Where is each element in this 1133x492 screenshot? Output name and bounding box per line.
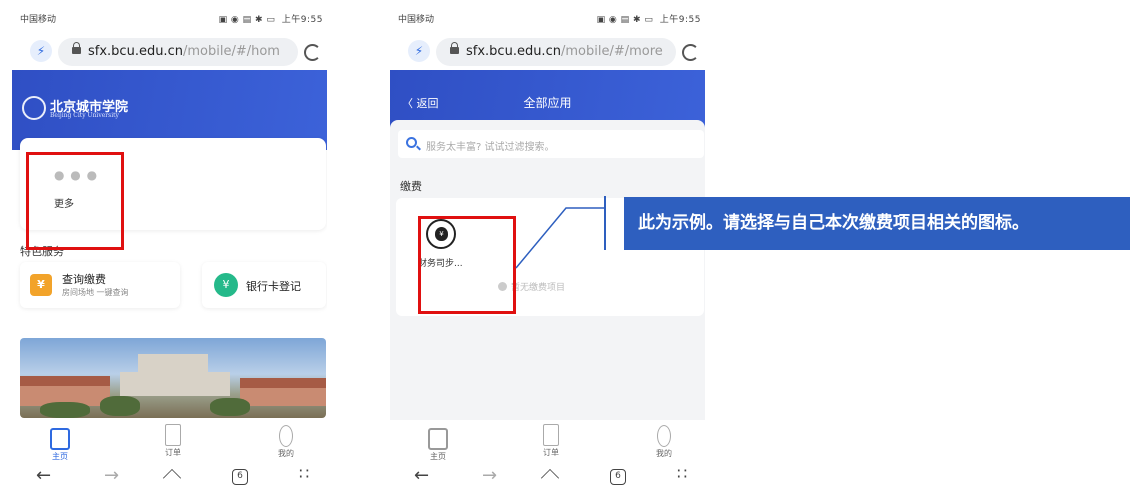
back-arrow-icon[interactable]: ← <box>36 465 51 486</box>
status-icons: ▣ ◉ ▤ ✱ ▭ 上午9:55 <box>596 15 701 25</box>
carrier-label: 中国移动 <box>398 15 435 25</box>
category-label: 缴费 <box>400 180 422 193</box>
callout-box: 此为示例。请选择与自己本次缴费项目相关的图标。 <box>624 197 1130 250</box>
campus-banner-image <box>20 338 326 418</box>
android-nav-bar: ← → 6 ∷ <box>390 462 705 492</box>
empty-hint-text: 暂无缴费项目 <box>511 283 566 293</box>
carrier-label: 中国移动 <box>20 15 57 25</box>
tab-orders[interactable]: 订单 <box>148 424 198 458</box>
tab-orders[interactable]: 订单 <box>526 424 576 458</box>
menu-dots-icon[interactable]: ∷ <box>677 464 688 483</box>
tab-label: 主页 <box>430 452 446 461</box>
service-subtitle: 房间场地 一键查询 <box>62 288 129 297</box>
page-title: 全部应用 <box>523 96 572 110</box>
url-path: /mobile/#/more <box>560 44 663 59</box>
tab-home[interactable]: 主页 <box>413 424 463 462</box>
clipboard-icon <box>543 424 559 446</box>
url-field[interactable]: sfx.bcu.edu.cn/mobile/#/more <box>436 38 676 66</box>
clock: 上午9:55 <box>281 15 323 25</box>
android-nav-bar: ← → 6 ∷ <box>12 462 327 492</box>
search-placeholder: 服务太丰富? 试试过滤搜索。 <box>426 142 555 153</box>
back-arrow-icon[interactable]: ← <box>414 465 429 486</box>
forward-arrow-icon[interactable]: → <box>104 465 119 486</box>
home-nav-icon[interactable] <box>162 468 182 488</box>
bottom-tab-bar: 主页 订单 我的 <box>390 420 705 462</box>
service-query-pay[interactable]: ¥ 查询缴费 房间场地 一键查询 <box>20 262 180 308</box>
status-bar: 中国移动 ▣ ◉ ▤ ✱ ▭ 上午9:55 <box>12 0 327 34</box>
tab-label: 我的 <box>656 449 672 458</box>
tab-me[interactable]: 我的 <box>639 424 689 459</box>
clipboard-icon <box>165 424 181 446</box>
forward-arrow-icon[interactable]: → <box>482 465 497 486</box>
university-seal-icon <box>22 96 46 120</box>
browser-url-bar: ⚡ sfx.bcu.edu.cn/mobile/#/hom <box>12 34 327 70</box>
school-name-en: Beijing City University <box>50 112 119 119</box>
user-icon <box>279 425 293 447</box>
service-bank-card[interactable]: ¥ 银行卡登记 <box>202 262 326 308</box>
lightning-icon[interactable]: ⚡ <box>30 40 52 62</box>
url-path: /mobile/#/hom <box>182 44 280 59</box>
lightning-icon[interactable]: ⚡ <box>408 40 430 62</box>
url-host: sfx.bcu.edu.cn <box>466 44 561 59</box>
service-title: 查询缴费 <box>62 273 106 286</box>
service-title: 银行卡登记 <box>246 280 301 293</box>
highlight-box-more <box>26 152 124 250</box>
reload-icon[interactable] <box>304 44 321 61</box>
tab-label: 主页 <box>52 452 68 461</box>
user-icon <box>657 425 671 447</box>
tab-switcher-icon[interactable]: 6 <box>610 469 626 485</box>
highlight-box-payment-item <box>418 216 516 314</box>
tab-label: 订单 <box>543 448 559 457</box>
search-input[interactable]: 服务太丰富? 试试过滤搜索。 <box>398 130 704 158</box>
url-host: sfx.bcu.edu.cn <box>88 44 183 59</box>
browser-url-bar: ⚡ sfx.bcu.edu.cn/mobile/#/more <box>390 34 705 70</box>
search-icon <box>406 137 417 148</box>
yen-coin-icon: ¥ <box>214 273 238 297</box>
home-nav-icon[interactable] <box>540 468 560 488</box>
lock-icon <box>450 42 459 54</box>
tab-home[interactable]: 主页 <box>35 424 85 462</box>
status-icons: ▣ ◉ ▤ ✱ ▭ 上午9:55 <box>218 15 323 25</box>
reload-icon[interactable] <box>682 44 699 61</box>
tab-label: 订单 <box>165 448 181 457</box>
status-bar: 中国移动 ▣ ◉ ▤ ✱ ▭ 上午9:55 <box>390 0 705 34</box>
url-field[interactable]: sfx.bcu.edu.cn/mobile/#/hom <box>58 38 298 66</box>
tab-me[interactable]: 我的 <box>261 424 311 459</box>
tab-label: 我的 <box>278 449 294 458</box>
lock-icon <box>72 42 81 54</box>
callout-text: 此为示例。请选择与自己本次缴费项目相关的图标。 <box>638 213 1029 233</box>
yen-receipt-icon: ¥ <box>30 274 52 296</box>
home-icon <box>50 428 70 450</box>
home-icon <box>428 428 448 450</box>
menu-dots-icon[interactable]: ∷ <box>299 464 310 483</box>
tab-switcher-icon[interactable]: 6 <box>232 469 248 485</box>
clock: 上午9:55 <box>659 15 701 25</box>
bottom-tab-bar: 主页 订单 我的 <box>12 420 327 462</box>
